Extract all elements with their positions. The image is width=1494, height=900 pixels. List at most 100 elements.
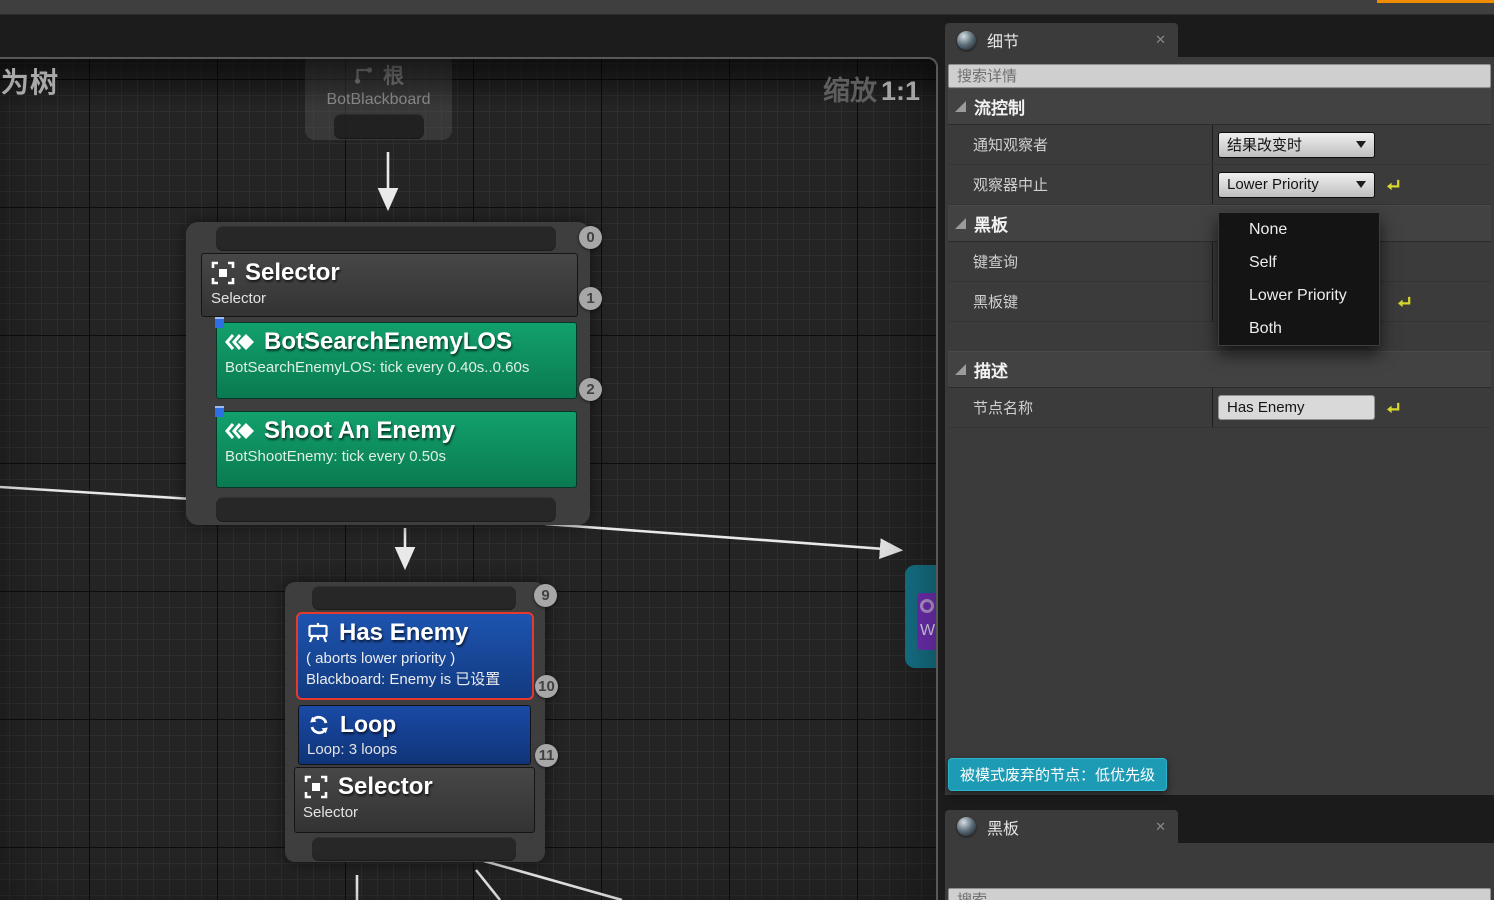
details-search-input[interactable] [949, 65, 1490, 87]
decorator-condition-text: Blackboard: Enemy is 已设置 [306, 670, 524, 689]
menu-item-lower-priority[interactable]: Lower Priority [1219, 279, 1379, 312]
node-name-input[interactable] [1218, 395, 1375, 420]
property-label: 节点名称 [948, 388, 1213, 427]
loop-node-title: Loop [340, 711, 396, 738]
task-icon [225, 420, 255, 442]
blackboard-search-input[interactable] [949, 889, 1490, 900]
zoom-label: 缩放 [823, 76, 877, 106]
selector-node-bottom[interactable]: Selector Selector [294, 767, 535, 833]
tab-blackboard[interactable]: 黑板 [945, 810, 1178, 843]
root-node-title: 根 [383, 60, 404, 90]
tab-details[interactable]: 细节 [945, 23, 1178, 57]
offscreen-node-partial[interactable]: W [905, 565, 938, 668]
execution-index-badge: 1 [579, 287, 602, 310]
reset-to-default-icon[interactable] [1397, 294, 1412, 309]
expand-triangle-icon[interactable] [955, 101, 966, 112]
execution-index-badge: 0 [579, 226, 602, 249]
property-row-notify-observer: 通知观察者 结果改变时 [948, 125, 1491, 165]
blackboard-tab-label: 黑板 [987, 815, 1019, 839]
property-row-observer-aborts: 观察器中止 Lower Priority [948, 165, 1491, 205]
task-node-subtitle: BotShootEnemy: tick every 0.50s [225, 448, 568, 465]
section-flow-control[interactable]: 流控制 [948, 88, 1491, 125]
property-label: 键查询 [948, 242, 1213, 281]
blackboard-decorator-icon [306, 621, 330, 645]
observer-aborts-menu: None Self Lower Priority Both [1218, 212, 1380, 346]
property-label: 观察器中止 [948, 165, 1213, 204]
menu-item-self[interactable]: Self [1219, 246, 1379, 279]
zoom-value: 1:1 [881, 76, 920, 106]
section-title: 描述 [974, 357, 1008, 382]
decorator-abort-text: ( aborts lower priority ) [306, 649, 524, 668]
loop-group-input-pin[interactable] [312, 586, 516, 610]
window-accent-strip [1377, 0, 1494, 3]
selector-node-title: Selector [245, 259, 340, 287]
chevron-down-icon [1356, 181, 1366, 188]
deprecation-tooltip: 被模式废弃的节点：低优先级 [948, 758, 1167, 791]
section-title: 黑板 [974, 211, 1008, 236]
decorator-node-title: Has Enemy [339, 619, 468, 647]
close-icon[interactable] [1155, 32, 1166, 48]
selector-node-subtitle: Selector [303, 804, 526, 821]
expand-triangle-icon[interactable] [955, 364, 966, 375]
selector-input-pin[interactable] [216, 226, 556, 251]
menu-item-none[interactable]: None [1219, 213, 1379, 246]
selector-icon [210, 260, 236, 286]
details-tab-label: 细节 [987, 28, 1019, 52]
offscreen-service-node[interactable]: W [917, 593, 938, 650]
service-icon [920, 599, 934, 613]
menu-item-both[interactable]: Both [1219, 312, 1379, 345]
decorator-node-loop[interactable]: Loop Loop: 3 loops [298, 705, 531, 765]
notify-observer-dropdown[interactable]: 结果改变时 [1218, 132, 1375, 158]
offscreen-node-label: W [920, 622, 938, 640]
window-title-bar [0, 0, 1494, 15]
details-tab-icon [957, 31, 976, 50]
selector-icon [303, 774, 329, 800]
selector-node-group[interactable]: Selector Selector BotSearchEnemyLOS BotS… [186, 222, 590, 525]
task-node-title: BotSearchEnemyLOS [264, 328, 512, 356]
loop-node-subtitle: Loop: 3 loops [307, 741, 522, 758]
reset-to-default-icon[interactable] [1386, 400, 1401, 415]
selector-node[interactable]: Selector Selector [201, 253, 578, 317]
property-label: 通知观察者 [948, 125, 1213, 164]
blackboard-tab-icon [957, 817, 976, 836]
root-output-pin[interactable] [334, 114, 424, 139]
details-search-bar[interactable] [948, 64, 1491, 88]
dropdown-selected-value: 结果改变时 [1227, 134, 1302, 155]
loop-node-group[interactable]: Has Enemy ( aborts lower priority ) Blac… [285, 582, 545, 862]
task-node-title: Shoot An Enemy [264, 417, 455, 445]
loop-group-output-pin[interactable] [312, 837, 516, 861]
selector-node-subtitle: Selector [211, 290, 569, 307]
property-label: 黑板键 [948, 282, 1213, 321]
task-node-shoot-an-enemy[interactable]: Shoot An Enemy BotShootEnemy: tick every… [216, 411, 577, 488]
root-node-subtitle: BotBlackboard [305, 91, 452, 109]
graph-watermark-title: 行为树 [0, 61, 59, 101]
root-node[interactable]: 根 BotBlackboard [305, 57, 452, 140]
task-node-botsearchenemylos[interactable]: BotSearchEnemyLOS BotSearchEnemyLOS: tic… [216, 322, 577, 399]
observer-aborts-dropdown[interactable]: Lower Priority [1218, 172, 1375, 198]
decorator-node-has-enemy[interactable]: Has Enemy ( aborts lower priority ) Blac… [296, 612, 534, 700]
execution-index-badge: 10 [535, 675, 558, 698]
expand-triangle-icon[interactable] [955, 218, 966, 229]
property-row-node-name: 节点名称 [948, 388, 1491, 428]
blackboard-search-bar[interactable] [948, 888, 1491, 900]
execution-index-badge: 9 [534, 584, 557, 607]
blackboard-body [945, 843, 1494, 900]
execution-index-badge: 11 [535, 744, 558, 767]
selector-node-title: Selector [338, 773, 433, 801]
reset-to-default-icon[interactable] [1386, 177, 1401, 192]
task-node-subtitle: BotSearchEnemyLOS: tick every 0.40s..0.6… [225, 359, 568, 376]
loop-icon [307, 713, 331, 737]
root-icon [353, 64, 375, 86]
execution-index-badge: 2 [579, 378, 602, 401]
close-icon[interactable] [1155, 819, 1166, 835]
section-description[interactable]: 描述 [948, 351, 1491, 388]
section-title: 流控制 [974, 94, 1025, 119]
details-panel: 细节 流控制 通知观察者 结果改变时 观察器中止 Lower Prior [945, 15, 1494, 900]
chevron-down-icon [1356, 141, 1366, 148]
details-body: 流控制 通知观察者 结果改变时 观察器中止 Lower Priority [945, 57, 1494, 795]
behavior-tree-graph[interactable]: 根 BotBlackboard Selector Selector [0, 57, 938, 900]
selector-output-pin[interactable] [216, 497, 556, 522]
zoom-indicator: 缩放1:1 [823, 69, 920, 108]
dropdown-selected-value: Lower Priority [1227, 176, 1319, 193]
task-icon [225, 331, 255, 353]
